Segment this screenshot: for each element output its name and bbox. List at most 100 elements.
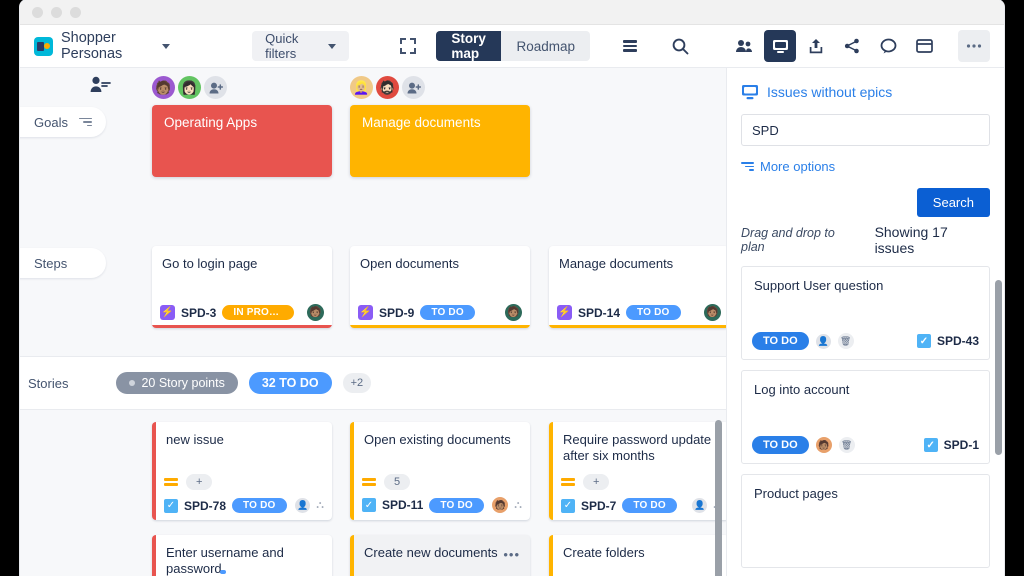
chevron-down-icon — [327, 43, 336, 49]
row-label-goals-text: Goals — [34, 114, 68, 130]
issue-title: Log into account — [754, 382, 850, 397]
status-badge[interactable]: TO DO — [752, 332, 809, 350]
avatar[interactable]: 🧔🏻 — [376, 76, 399, 99]
monitor-icon[interactable] — [764, 30, 797, 62]
issue-card[interactable]: Support User question TO DO 👤 🗑 ✓ SPD-43 — [741, 266, 990, 360]
priority-icon — [164, 475, 178, 489]
avatar[interactable]: 🧑🏽 — [505, 304, 522, 321]
avatar[interactable]: 👱🏼‍♀️ — [350, 76, 373, 99]
window-close-button[interactable] — [32, 6, 43, 18]
story-type-icon: ✓ — [923, 438, 938, 452]
avatar[interactable]: 👩🏻 — [178, 76, 201, 99]
avatar[interactable]: 🧑🏽 — [307, 304, 324, 321]
list-icon[interactable] — [614, 30, 646, 62]
search-button[interactable]: Search — [916, 188, 990, 217]
status-badge[interactable]: TO DO — [429, 497, 484, 513]
story-card[interactable]: new issue + ✓ SPD-78 TO DO 👤 ⛬ — [152, 422, 332, 520]
epic-column: 🧑🏽 👩🏻 Operating Apps — [152, 76, 332, 177]
story-type-icon: ✓ — [362, 498, 376, 512]
story-points-badge[interactable]: 20 Story points — [116, 372, 238, 394]
status-badge[interactable]: TO DO — [622, 498, 677, 513]
project-name: Shopper Personas — [61, 30, 123, 62]
story-points-chip[interactable]: 5 — [384, 474, 411, 490]
more-badges-badge[interactable]: +2 — [342, 373, 372, 393]
story-card[interactable]: Create folders + ✓ SPD-16 IN PROG... 👤 ⛬ — [549, 535, 726, 576]
goals-person-icon[interactable] — [90, 76, 111, 93]
story-card[interactable]: Open existing documents 5 ✓ SPD-11 TO DO… — [350, 422, 530, 520]
people-icon[interactable] — [728, 30, 760, 62]
card-accent-bar — [350, 422, 354, 520]
panel-header[interactable]: Issues without epics — [741, 84, 990, 100]
tab-roadmap[interactable]: Roadmap — [501, 31, 591, 61]
tab-story-map[interactable]: Story map — [436, 31, 502, 61]
step-card[interactable]: Go to login page ⚡ SPD-3 IN PROG... 🧑🏽 — [152, 246, 332, 328]
avatar[interactable]: 🧑🏽 — [704, 304, 721, 321]
window-maximize-button[interactable] — [70, 6, 81, 18]
search-icon[interactable] — [664, 30, 696, 62]
assignee-icon[interactable]: 👤 — [295, 498, 311, 513]
hierarchy-icon[interactable]: ⛬ — [316, 499, 324, 512]
step-key: SPD-3 — [181, 305, 217, 320]
status-badge[interactable]: TO DO — [232, 498, 287, 513]
window-title-bar — [20, 0, 1004, 25]
epic-card[interactable]: Operating Apps — [152, 105, 332, 177]
panel-vertical-scrollbar[interactable] — [995, 280, 1002, 455]
add-person-button[interactable] — [204, 76, 227, 99]
story-title: new issue — [166, 432, 224, 447]
avatar[interactable]: 🧑🏽 — [815, 437, 832, 453]
story-type-icon: ✓ — [164, 498, 178, 513]
panel-icon[interactable] — [908, 30, 940, 62]
more-options-link[interactable]: More options — [741, 159, 990, 174]
step-card[interactable]: Open documents ⚡ SPD-9 TO DO 🧑🏽 — [350, 246, 530, 328]
chevron-down-icon — [161, 43, 170, 49]
share-icon[interactable] — [836, 30, 868, 62]
priority-icon — [561, 475, 575, 489]
story-card[interactable]: Require password update after six months… — [549, 422, 726, 520]
expand-icon[interactable] — [400, 38, 417, 54]
story-card[interactable]: Enter username and password + ✓ SPD-4 IN… — [152, 535, 332, 576]
step-card[interactable]: Manage documents ⚡ SPD-14 TO DO 🧑🏽 — [549, 246, 726, 328]
hierarchy-icon[interactable]: ⛬ — [514, 499, 522, 512]
card-accent-bar — [549, 535, 553, 576]
app-window: Shopper Personas Quick filters Story map… — [20, 0, 1004, 576]
delete-icon[interactable]: 🗑 — [838, 437, 855, 453]
story-points-chip[interactable]: + — [186, 474, 213, 490]
filter-icon — [741, 162, 754, 171]
add-person-button[interactable] — [402, 76, 425, 99]
status-badge[interactable]: TO DO — [626, 305, 681, 320]
status-badge[interactable]: TO DO — [420, 305, 475, 320]
search-input[interactable]: SPD — [741, 114, 990, 146]
quick-filters-label: Quick filters — [265, 31, 299, 61]
epic-card[interactable]: Manage documents — [350, 105, 530, 177]
assignee-icon[interactable]: 👤 — [815, 333, 831, 349]
story-points-chip[interactable]: + — [583, 474, 610, 490]
project-selector[interactable]: Shopper Personas — [34, 30, 170, 62]
row-label-goals[interactable]: Goals — [20, 107, 106, 137]
comment-icon[interactable] — [872, 30, 904, 62]
status-badge[interactable]: IN PROG... — [222, 305, 295, 320]
board-vertical-scrollbar[interactable] — [715, 420, 722, 576]
window-minimize-button[interactable] — [51, 6, 62, 18]
issue-card[interactable]: Product pages — [741, 474, 990, 568]
issue-card[interactable]: Log into account TO DO 🧑🏽 🗑 ✓ SPD-1 — [741, 370, 990, 464]
todo-count-badge[interactable]: 32 TO DO — [248, 372, 332, 394]
issue-key-group: ✓ SPD-43 — [916, 334, 979, 348]
upload-icon[interactable] — [800, 30, 832, 62]
story-card[interactable]: Create new documents ••• + ✓ SPD-10 IN P… — [350, 535, 530, 576]
drag-hint: Drag and drop to plan — [741, 226, 835, 254]
assignee-icon[interactable]: 👤 — [692, 498, 708, 513]
avatar[interactable]: 🧑🏽 — [492, 497, 509, 513]
more-icon[interactable] — [958, 30, 991, 62]
board-horizontal-scrollbar[interactable] — [220, 570, 226, 574]
filter-icon[interactable] — [79, 117, 92, 127]
card-accent-bar — [549, 325, 726, 328]
card-more-icon[interactable]: ••• — [503, 547, 520, 562]
quick-filters-dropdown[interactable]: Quick filters — [252, 31, 349, 61]
delete-icon[interactable]: 🗑 — [837, 333, 854, 349]
avatar[interactable]: 🧑🏽 — [152, 76, 175, 99]
card-accent-bar — [152, 422, 156, 520]
status-badge[interactable]: TO DO — [752, 436, 809, 454]
step-title: Go to login page — [162, 256, 258, 271]
row-label-steps[interactable]: Steps — [20, 248, 106, 278]
more-options-label: More options — [760, 159, 836, 174]
